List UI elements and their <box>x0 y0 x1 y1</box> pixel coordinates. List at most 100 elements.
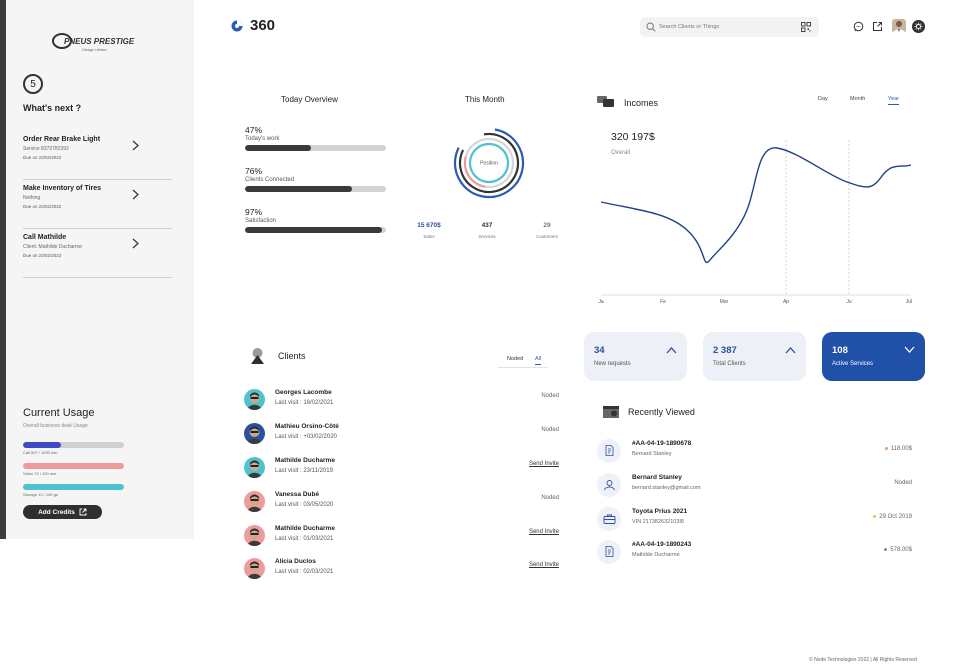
task-subtitle: Nothing <box>23 195 41 201</box>
client-name: Mathieu Orsino-Côté <box>275 423 339 430</box>
status-dot <box>884 547 888 551</box>
client-avatar[interactable] <box>244 389 265 410</box>
invoice-icon <box>605 546 613 557</box>
chevron-right-icon[interactable] <box>131 140 140 151</box>
qr-code-icon[interactable] <box>801 22 811 32</box>
filter-all[interactable]: All <box>535 356 542 365</box>
ring-center-label: Position <box>480 161 498 167</box>
today-overview-title: Today Overview <box>281 95 338 104</box>
client-status: Noded <box>541 495 559 501</box>
overview-percent: 76% <box>245 166 263 176</box>
send-invite-link[interactable]: Send Invite <box>529 562 559 568</box>
month-stat-value: 29 <box>543 222 551 229</box>
search-bar[interactable] <box>640 17 819 37</box>
x-tick-label: Jul <box>906 299 912 305</box>
usage-fill <box>23 484 124 490</box>
client-avatar[interactable] <box>244 423 265 444</box>
client-row[interactable]: Alicia Duclos Last visit : 02/03/2021 Send… <box>244 556 559 582</box>
client-last-visit: Last visit : 18/02/2021 <box>275 400 334 406</box>
client-row[interactable]: Vanessa Dubé Last visit : 03/05/2020 Noded <box>244 489 559 515</box>
chevron-down-icon[interactable] <box>904 346 915 354</box>
overview-progress-bar <box>245 145 386 151</box>
tab-month[interactable]: Month <box>850 96 865 102</box>
overview-label: Satisfaction <box>245 218 277 224</box>
x-tick-label: Ja <box>598 299 604 305</box>
stat-label: Total Clients <box>713 361 746 367</box>
person-icon <box>247 460 262 478</box>
progress-fill <box>245 186 353 192</box>
chat-icon[interactable] <box>853 21 864 32</box>
x-tick-label: Fe <box>660 299 666 305</box>
progress-fill <box>245 227 382 233</box>
item-subtitle: Mathilde Ducharme <box>632 552 680 558</box>
send-invite-link[interactable]: Send Invite <box>529 461 559 467</box>
usage-bar-storage <box>23 484 124 490</box>
overview-percent: 97% <box>245 207 263 217</box>
settings-button[interactable] <box>912 20 925 33</box>
recently-viewed-title: Recently Viewed <box>628 407 695 417</box>
open-window-icon[interactable] <box>872 21 883 32</box>
brand-title: 360 <box>250 17 276 34</box>
month-stat-label: Services <box>478 234 496 239</box>
overview-label: Today's work <box>245 136 280 142</box>
tab-day[interactable]: Day <box>818 96 828 102</box>
client-last-visit: Last visit : 02/03/2021 <box>275 569 334 575</box>
filter-noded[interactable]: Noded <box>507 356 523 362</box>
person-icon <box>247 426 262 444</box>
stat-label: New requests <box>594 361 631 367</box>
stat-card-total-clients[interactable]: 2 387 Total Clients <box>703 332 806 381</box>
overview-progress-bar <box>245 186 386 192</box>
recently-viewed-item[interactable]: #AA-04-19-1890243 Mathilde Ducharme 578.00… <box>597 538 912 566</box>
client-avatar[interactable] <box>244 491 265 512</box>
company-logo[interactable]: PNEUS PRESTIGE Garage Leblanc <box>52 32 144 54</box>
chevron-right-icon[interactable] <box>131 189 140 200</box>
task-item[interactable]: Make Inventory of Tires Nothing Due on 2… <box>23 185 172 229</box>
stat-value: 108 <box>832 345 848 356</box>
chevron-up-icon[interactable] <box>666 346 677 354</box>
client-last-visit: Last visit : 01/03/2021 <box>275 536 334 542</box>
recently-viewed-item[interactable]: Bernard Stanley bernard.stanley@gmail.com… <box>597 471 912 499</box>
recently-viewed-item[interactable]: Toyota Prius 2021 VIN 217382632103I8 29 Oc… <box>597 505 912 533</box>
item-title: #AA-04-19-1890678 <box>632 440 692 447</box>
overview-label: Clients Connected <box>245 177 295 183</box>
chevron-right-icon[interactable] <box>131 238 140 249</box>
task-item[interactable]: Call Mathilde Client: Mathilde Ducharme … <box>23 234 172 278</box>
add-credits-button[interactable]: Add Credits <box>23 505 102 519</box>
month-stat-value: 437 <box>481 222 493 229</box>
stat-card-new-requests[interactable]: 34 New requests <box>584 332 687 381</box>
incomes-line-chart: Ja Fe Mar Ap Ju Jul <box>598 140 912 305</box>
search-input[interactable] <box>659 21 799 33</box>
recently-viewed-item[interactable]: #AA-04-19-1890678 Bernard Stanley 118.00$ <box>597 437 912 465</box>
client-avatar[interactable] <box>244 525 265 546</box>
item-title: Toyota Prius 2021 <box>632 508 688 515</box>
item-meta-value: 578.00$ <box>890 547 912 553</box>
item-subtitle: bernard.stanley@gmail.com <box>632 485 701 491</box>
client-row[interactable]: Mathilde Ducharme Last visit : 01/03/2021… <box>244 523 559 549</box>
person-icon <box>247 494 262 512</box>
external-link-icon <box>79 508 87 516</box>
stat-value: 34 <box>594 345 605 356</box>
client-name: Mathilde Ducharme <box>275 525 335 532</box>
item-title: Bernard Stanley <box>632 474 682 481</box>
client-row[interactable]: Georges Lacombe Last visit : 18/02/2021 No… <box>244 387 559 413</box>
task-item[interactable]: Order Rear Brake Light Service 837278239… <box>23 136 172 180</box>
task-title: Make Inventory of Tires <box>23 185 102 192</box>
tab-year[interactable]: Year <box>888 96 900 105</box>
period-tabs: Day Month Year <box>805 94 915 108</box>
client-name: Vanessa Dubé <box>275 491 320 498</box>
task-title: Call Mathilde <box>23 234 67 241</box>
client-row[interactable]: Mathilde Ducharme Last visit : 23/11/2019… <box>244 455 559 481</box>
status-dot <box>873 514 877 518</box>
item-meta: 578.00$ <box>884 547 912 553</box>
client-avatar[interactable] <box>244 558 265 579</box>
avatar[interactable] <box>892 19 906 33</box>
send-invite-link[interactable]: Send Invite <box>529 529 559 535</box>
chevron-up-icon[interactable] <box>785 346 796 354</box>
stat-value: 2 387 <box>713 345 737 356</box>
incomes-title: Incomes <box>624 98 659 108</box>
item-meta-value: 118.00$ <box>890 446 912 452</box>
client-avatar[interactable] <box>244 457 265 478</box>
brand-pie-icon <box>231 20 243 32</box>
stat-card-active-services[interactable]: 108 Active Services <box>822 332 925 381</box>
client-row[interactable]: Mathieu Orsino-Côté Last visit : +03/02/2… <box>244 421 559 447</box>
